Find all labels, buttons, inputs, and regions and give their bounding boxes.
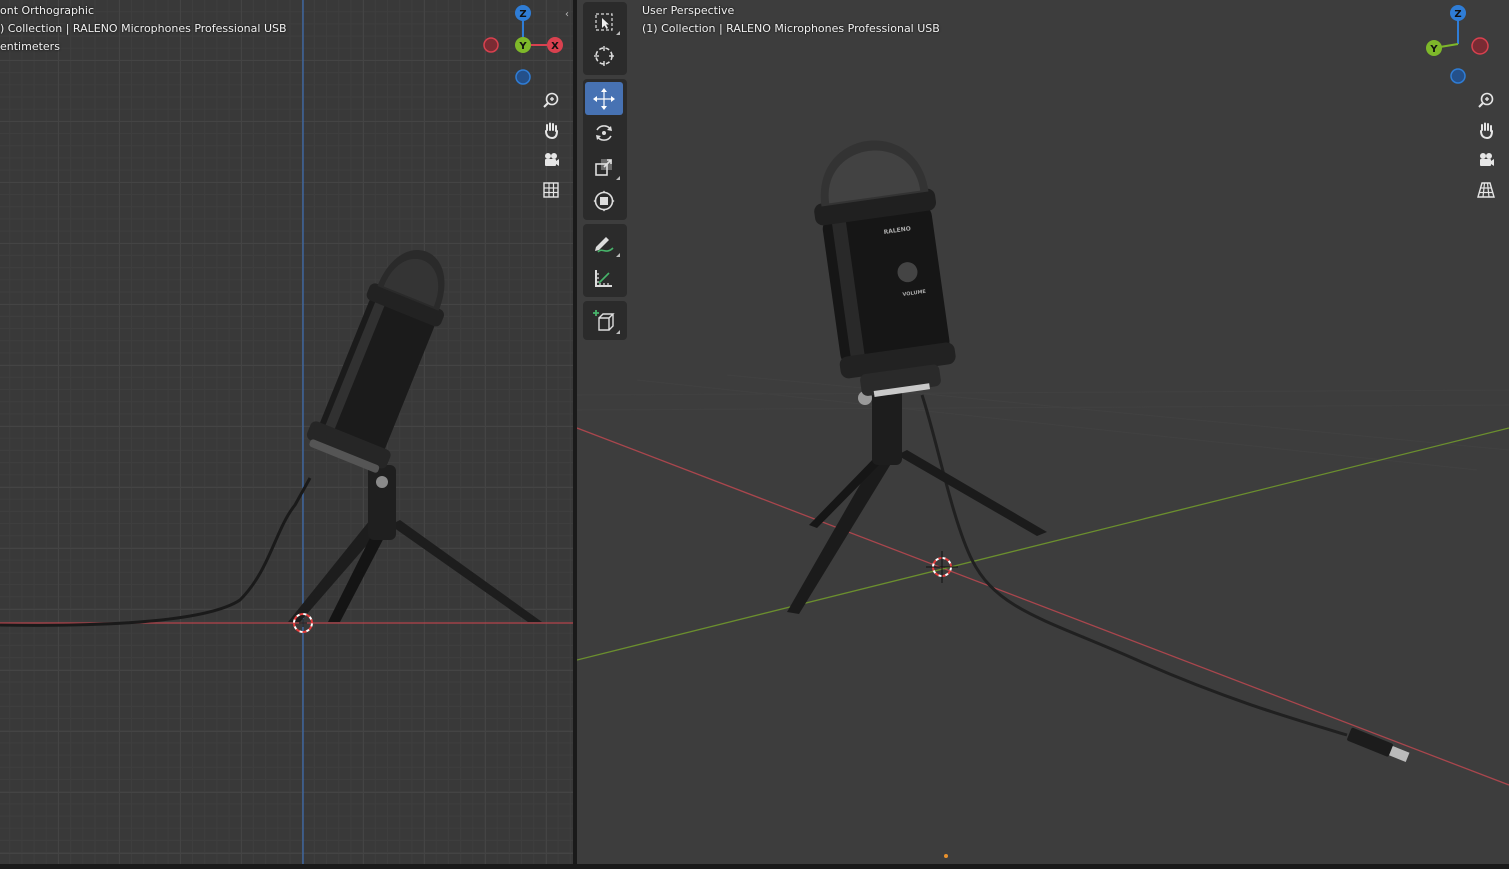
collection-label: ) Collection | RALENO Microphones Profes…	[0, 22, 287, 35]
perspective-toggle-button[interactable]	[1473, 177, 1499, 203]
gizmo-y-label: Y	[1429, 44, 1438, 55]
camera-icon	[1480, 153, 1494, 166]
move-icon	[593, 87, 615, 110]
transform-icon	[593, 190, 615, 211]
zoom-icon	[1478, 92, 1494, 108]
usb-plug	[1347, 727, 1410, 762]
navigation-gizmo[interactable]: Z X Y	[478, 2, 568, 92]
camera-view-button[interactable]	[538, 147, 564, 173]
usb-cable	[0, 477, 312, 627]
gizmo-neg-x-handle	[483, 37, 499, 53]
move-tool[interactable]	[585, 82, 623, 115]
collection-label: (1) Collection | RALENO Microphones Prof…	[642, 22, 940, 35]
floor-grid	[577, 374, 1509, 471]
tool-group-transform	[583, 79, 627, 220]
tool-group-annotate	[583, 224, 627, 297]
tool-group-select	[583, 2, 627, 75]
hand-pan-icon	[545, 122, 558, 139]
select-box-icon	[595, 12, 613, 31]
viewport-front-orthographic[interactable]: ont Orthographic ) Collection | RALENO M…	[0, 0, 573, 864]
hand-pan-icon	[1480, 122, 1493, 139]
measure-tool[interactable]	[585, 261, 623, 294]
scale-tool[interactable]	[585, 150, 623, 183]
usb-cable	[920, 394, 1348, 737]
annotate-pencil-icon	[595, 236, 614, 253]
rotate-tool[interactable]	[585, 116, 623, 149]
pan-button[interactable]	[1473, 117, 1499, 143]
cursor-tool[interactable]	[585, 39, 623, 72]
grid-toggle-icon	[543, 182, 559, 198]
tripod-leg-right	[897, 450, 1047, 536]
cursor-icon	[594, 45, 614, 66]
gizmo-y-label: Y	[518, 41, 527, 52]
bottom-area-divider[interactable]	[0, 864, 1509, 869]
measure-ruler-icon	[595, 269, 612, 287]
gizmo-z-label: Z	[1454, 9, 1461, 20]
view-name-label: User Perspective	[642, 4, 735, 17]
y-axis-line	[577, 427, 1509, 661]
camera-icon	[545, 153, 559, 166]
rotate-icon	[596, 124, 612, 141]
transform-tool[interactable]	[585, 184, 623, 217]
ortho-toggle-button[interactable]	[538, 177, 564, 203]
viewport-user-perspective[interactable]: RALENO VOLUME User Perspective (1) Colle…	[577, 0, 1509, 864]
origin-indicator-dot	[944, 854, 948, 858]
tripod-knob	[376, 476, 388, 488]
gizmo-x-label: X	[551, 41, 559, 52]
select-box-tool[interactable]	[585, 5, 623, 38]
zoom-icon	[543, 92, 559, 108]
tool-shelf	[583, 2, 627, 344]
gizmo-neg-x-handle	[1471, 37, 1489, 55]
tripod-leg-front	[787, 455, 892, 614]
scale-icon	[595, 158, 612, 176]
tool-group-add	[583, 301, 627, 340]
gizmo-neg-z-handle	[1450, 68, 1466, 84]
perspective-grid-icon	[1477, 182, 1495, 198]
units-label: entimeters	[0, 40, 60, 53]
annotate-tool[interactable]	[585, 227, 623, 260]
collapse-toolbar-arrow-icon[interactable]: ‹	[565, 9, 569, 20]
zoom-button[interactable]	[1473, 87, 1499, 113]
add-cube-icon	[593, 309, 615, 331]
perspective-scene: RALENO VOLUME	[577, 140, 1509, 786]
microphone-body	[306, 250, 445, 473]
front-ortho-scene	[0, 0, 573, 864]
tripod-leg-right	[390, 520, 542, 622]
add-cube-tool[interactable]	[585, 304, 623, 337]
camera-view-button[interactable]	[1473, 147, 1499, 173]
gizmo-z-label: Z	[519, 9, 526, 20]
gizmo-neg-z-handle	[515, 69, 531, 85]
zoom-button[interactable]	[538, 87, 564, 113]
x-axis-line	[577, 427, 1509, 786]
pan-button[interactable]	[538, 117, 564, 143]
microphone-body: RALENO VOLUME	[814, 140, 956, 397]
view-name-label: ont Orthographic	[0, 4, 95, 17]
navigation-gizmo[interactable]: Z Y	[1420, 2, 1502, 88]
3d-cursor	[926, 551, 958, 583]
